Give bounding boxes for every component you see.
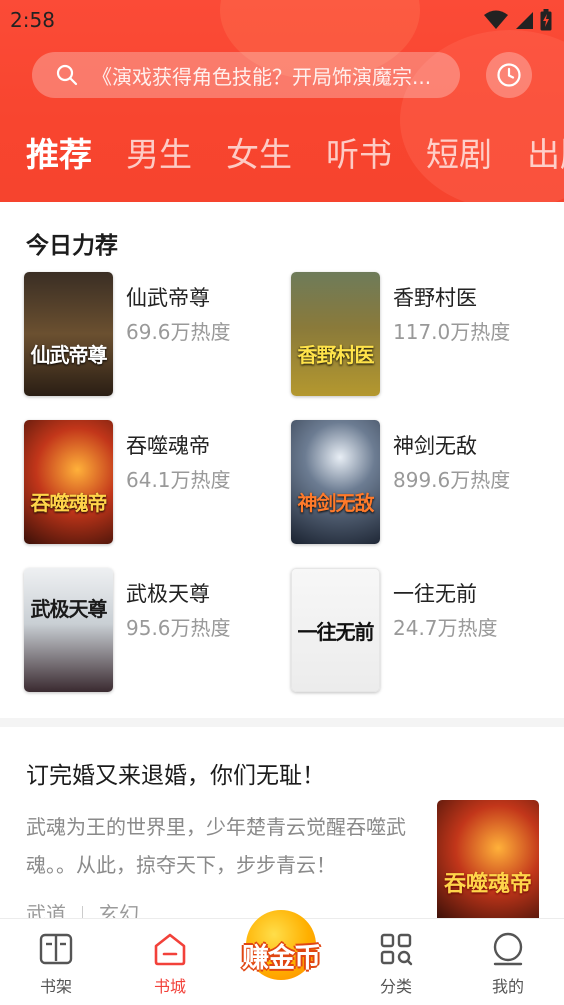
section-divider xyxy=(0,718,564,727)
book-cover: 武极天尊 xyxy=(24,568,113,692)
book-heat: 69.6万热度 xyxy=(126,320,231,344)
book-heat: 117.0万热度 xyxy=(393,320,511,344)
book-heat: 95.6万热度 xyxy=(126,616,231,640)
tag: 武道 xyxy=(26,902,66,918)
book-title: 武极天尊 xyxy=(126,582,210,606)
book-card[interactable]: 武极天尊 武极天尊 95.6万热度 xyxy=(24,568,284,692)
earn-coins-button[interactable]: 赚金币 xyxy=(232,906,330,1004)
nav-mine-label: 我的 xyxy=(491,977,524,996)
book-card[interactable]: 香野村医 香野村医 117.0万热度 xyxy=(291,272,551,396)
tab-female[interactable]: 女生 xyxy=(226,128,292,176)
book-cover: 吞噬魂帝 xyxy=(24,420,113,544)
status-icons xyxy=(484,9,552,31)
nav-store-label: 书城 xyxy=(153,977,186,996)
book-heat: 64.1万热度 xyxy=(126,468,231,492)
search-placeholder: 《演戏获得角色技能？开局饰演魔宗... xyxy=(92,64,432,89)
book-title: 一往无前 xyxy=(393,582,477,606)
book-cover: 香野村医 xyxy=(291,272,380,396)
tab-audiobook[interactable]: 听书 xyxy=(326,128,392,176)
tab-recommend[interactable]: 推荐 xyxy=(26,128,92,176)
wifi-icon xyxy=(484,10,508,29)
book-cover: 神剑无敌 xyxy=(291,420,380,544)
book-card[interactable]: 仙武帝尊 仙武帝尊 69.6万热度 xyxy=(24,272,284,396)
nav-shelf[interactable]: 书架 xyxy=(6,919,106,1005)
book-title: 仙武帝尊 xyxy=(126,286,210,310)
battery-icon xyxy=(540,9,552,31)
book-title: 神剑无敌 xyxy=(393,434,477,458)
tab-publishing[interactable]: 出版 xyxy=(527,128,564,176)
home-icon xyxy=(154,933,186,966)
feature-tags: 武道 玄幻 xyxy=(26,898,139,918)
nav-category-label: 分类 xyxy=(379,977,412,996)
search-icon xyxy=(56,64,78,86)
book-card[interactable]: 神剑无敌 神剑无敌 899.6万热度 xyxy=(291,420,551,544)
header: 2:58 《演戏获得角色技能？开局饰演魔宗... 推荐 男生 女生 听书 短剧 … xyxy=(0,0,564,202)
earn-coins-label: 赚金币 xyxy=(242,943,321,974)
tag: 玄幻 xyxy=(99,902,139,918)
section-title: 今日力荐 xyxy=(26,233,118,259)
book-card[interactable]: 吞噬魂帝 吞噬魂帝 64.1万热度 xyxy=(24,420,284,544)
book-title: 香野村医 xyxy=(393,286,477,310)
book-heat: 899.6万热度 xyxy=(393,468,511,492)
book-card[interactable]: 一往无前 一往无前 24.7万热度 xyxy=(291,568,551,692)
tab-male[interactable]: 男生 xyxy=(126,128,192,176)
feature-title[interactable]: 订完婚又来退婚，你们无耻！ xyxy=(26,756,325,790)
feature-description: 武魂为王的世界里，少年楚青云觉醒吞噬武魂。。从此，掠夺天下，步步青云！ xyxy=(26,815,406,877)
book-heat: 24.7万热度 xyxy=(393,616,498,640)
category-tabs: 推荐 男生 女生 听书 短剧 出版 xyxy=(0,128,564,184)
feature-cover[interactable]: 吞噬魂帝 xyxy=(437,800,539,920)
nav-store[interactable]: 书城 xyxy=(120,919,220,1005)
nav-mine[interactable]: 我的 xyxy=(458,919,558,1005)
book-cover: 一往无前 xyxy=(291,568,380,692)
book-cover: 仙武帝尊 xyxy=(24,272,113,396)
history-button[interactable] xyxy=(486,52,532,98)
bookshelf-icon xyxy=(39,933,73,965)
nav-category[interactable]: 分类 xyxy=(346,919,446,1005)
nav-shelf-label: 书架 xyxy=(39,977,72,996)
profile-icon xyxy=(493,932,523,966)
signal-icon xyxy=(516,12,533,29)
grid-icon xyxy=(380,933,413,966)
status-time: 2:58 xyxy=(10,8,55,32)
search-bar[interactable]: 《演戏获得角色技能？开局饰演魔宗... xyxy=(32,52,460,98)
clock-icon xyxy=(497,63,521,87)
tag-separator xyxy=(82,905,83,918)
tab-short-drama[interactable]: 短剧 xyxy=(426,128,492,176)
book-title: 吞噬魂帝 xyxy=(126,434,210,458)
status-bar: 2:58 xyxy=(0,0,564,40)
